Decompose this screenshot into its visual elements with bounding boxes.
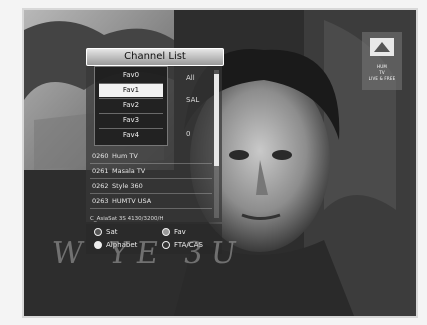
channel-number: 0260 (92, 152, 109, 160)
channel-list-panel: Channel List All SAL 0 Fav0 Fav1 Fav2 Fa… (84, 48, 224, 268)
logo-text-3: LIVE & FREE (368, 76, 396, 81)
key-label: Sat (106, 228, 118, 236)
scrollbar[interactable] (214, 70, 219, 218)
key-label: Fav (174, 228, 186, 236)
channel-logo: HUM TV LIVE & FREE (362, 32, 402, 90)
group-label: All (186, 74, 195, 82)
group-label: SAL (186, 96, 200, 104)
divider (90, 178, 212, 179)
scrollbar-thumb[interactable] (214, 74, 219, 166)
channel-number: 0261 (92, 167, 109, 175)
channel-name: HUMTV USA (112, 197, 152, 205)
red-button-icon (94, 228, 102, 236)
group-column: All SAL 0 (164, 66, 204, 146)
channel-row[interactable]: 0261 Masala TV (92, 165, 212, 177)
tv-screen: HUM TV LIVE & FREE Channel List All SAL … (22, 8, 418, 318)
watermark-text: W YE 3U (49, 236, 247, 271)
channel-name: Style 360 (112, 182, 143, 190)
panel-title-bar: Channel List (86, 48, 224, 66)
fav-option[interactable]: Fav4 (99, 129, 163, 142)
channel-row[interactable]: 0263 HUMTV USA (92, 195, 212, 207)
fav-group-dropdown[interactable]: Fav0 Fav1 Fav2 Fav3 Fav4 (94, 66, 168, 146)
fav-option[interactable]: Fav3 (99, 114, 163, 127)
channel-name: Masala TV (112, 167, 146, 175)
channel-number: 0263 (92, 197, 109, 205)
group-label: 0 (186, 130, 191, 138)
fav-option-selected[interactable]: Fav1 (99, 84, 163, 97)
channel-name: Hum TV (112, 152, 138, 160)
channel-row[interactable]: 0260 Hum TV (92, 150, 212, 162)
channel-row[interactable]: 0262 Style 360 (92, 180, 212, 192)
satellite-info: C_AsiaSat 3S 4130/3200/H (90, 216, 164, 222)
divider (90, 193, 212, 194)
channel-list-area: All SAL 0 Fav0 Fav1 Fav2 Fav3 Fav4 0260 H… (86, 66, 222, 222)
fav-option[interactable]: Fav2 (99, 99, 163, 112)
green-button-icon (162, 228, 170, 236)
channel-number: 0262 (92, 182, 109, 190)
logo-text-1: HUM (377, 64, 387, 69)
fav-option[interactable]: Fav0 (99, 69, 163, 82)
logo-emblem-icon (370, 38, 394, 56)
panel-title: Channel List (124, 51, 186, 62)
logo-text-2: TV (379, 70, 385, 75)
divider (90, 163, 212, 164)
divider (90, 208, 212, 209)
